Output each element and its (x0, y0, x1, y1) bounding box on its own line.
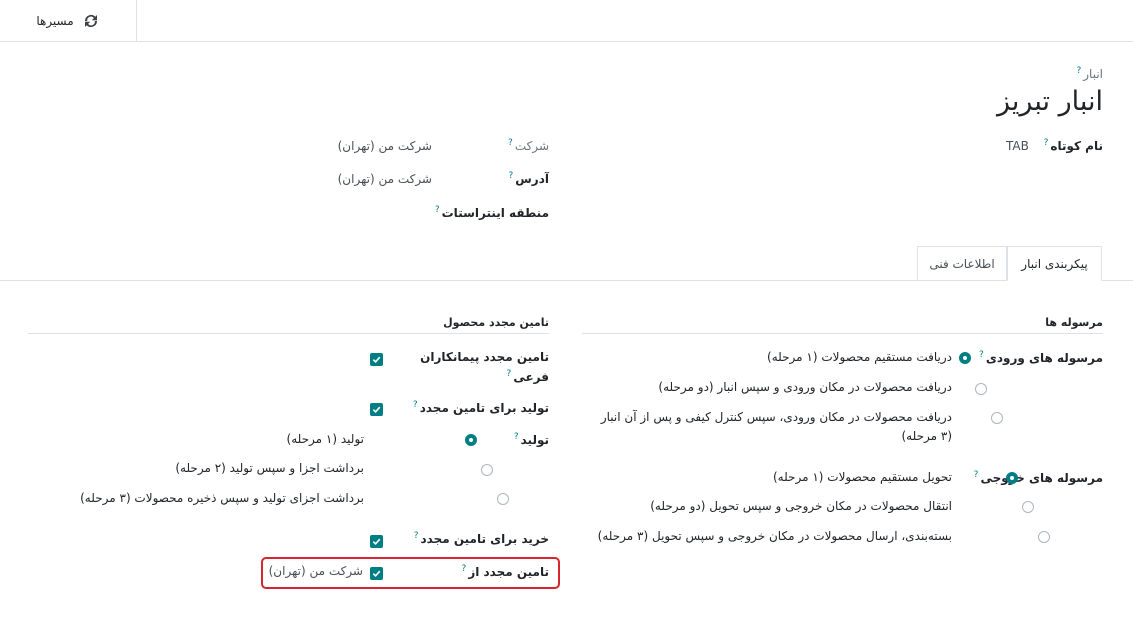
checkmark-icon (372, 570, 381, 578)
record-type-label: انبار (1083, 67, 1103, 81)
outgoing-option-1-label[interactable]: تحویل مستقیم محصولات (۱ مرحله) (773, 470, 952, 484)
tab-technical-info[interactable]: اطلاعات فنی (917, 246, 1007, 281)
help-icon[interactable]: ? (507, 369, 512, 379)
checkmark-icon (372, 356, 381, 364)
help-icon[interactable]: ? (462, 564, 467, 574)
incoming-option-3-label[interactable]: دریافت محصولات در مکان ورودی، سپس کنترل … (601, 410, 952, 424)
checkmark-icon (372, 538, 381, 546)
resupply-section-title: تامین مجدد محصول (443, 316, 549, 329)
outgoing-option-3-radio[interactable] (1038, 531, 1051, 543)
subcontractor-resupply-checkbox[interactable] (370, 353, 383, 366)
resupply-separator (28, 333, 549, 334)
manufacture-option-3-label[interactable]: برداشت اجزای تولید و سپس ذخیره محصولات (… (80, 491, 364, 505)
buy-resupply-checkbox[interactable] (370, 535, 383, 548)
incoming-shipments-label: مرسوله های ورودی? (979, 350, 1103, 365)
shipments-section-title: مرسوله ها (1045, 316, 1103, 329)
address-input[interactable]: شرکت من (تهران) (338, 172, 432, 186)
incoming-option-3-label-cont[interactable]: (۳ مرحله) (901, 429, 952, 443)
help-icon[interactable]: ? (413, 400, 418, 410)
control-panel (0, 0, 1133, 42)
refresh-icon (84, 14, 97, 27)
incoming-option-3-radio[interactable] (990, 412, 1003, 424)
outgoing-option-2-radio[interactable] (1022, 501, 1035, 513)
short-name-input[interactable]: TAB (1006, 139, 1029, 153)
help-icon[interactable]: ? (1076, 66, 1081, 76)
manufacture-resupply-checkbox[interactable] (370, 403, 383, 416)
record-type: انبار? (1074, 66, 1103, 81)
company-field-label: شرکت? (508, 138, 549, 153)
resupply-from-checkbox[interactable] (370, 567, 383, 580)
manufacture-option-1-label[interactable]: تولید (۱ مرحله) (287, 432, 364, 446)
subcontractor-resupply-label: تامین مجدد پیمانکاران (420, 350, 549, 364)
help-icon[interactable]: ? (1044, 138, 1049, 148)
manufacture-option-3-radio[interactable] (496, 493, 509, 505)
outgoing-shipments-label: مرسوله های خروجی? (973, 470, 1103, 485)
manufacture-label: تولید? (513, 432, 549, 447)
routes-button[interactable]: مسیرها (0, 0, 137, 41)
help-icon[interactable]: ? (508, 138, 513, 148)
manufacture-option-2-label[interactable]: برداشت اجزا و سپس تولید (۲ مرحله) (175, 461, 364, 475)
outgoing-option-2-label[interactable]: انتقال محصولات در مکان خروجی و سپس تحویل… (650, 499, 952, 513)
short-name-field-label: نام کوتاه? (1043, 138, 1103, 153)
manufacture-resupply-label: تولید برای تامین مجدد? (412, 400, 549, 415)
buy-resupply-label: خرید برای تامین مجدد? (413, 531, 549, 546)
incoming-option-2-radio[interactable] (974, 383, 987, 395)
address-field-label: آدرس? (508, 171, 549, 186)
help-icon[interactable]: ? (414, 531, 419, 541)
help-icon[interactable]: ? (514, 432, 519, 442)
incoming-option-1-label[interactable]: دریافت مستقیم محصولات (۱ مرحله) (767, 350, 952, 364)
shipments-separator (582, 333, 1103, 334)
help-icon[interactable]: ? (974, 470, 979, 480)
help-icon[interactable]: ? (979, 350, 984, 360)
help-icon[interactable]: ? (508, 171, 513, 181)
subcontractor-resupply-label-cont: فرعی? (506, 369, 549, 384)
checkmark-icon (372, 406, 381, 414)
manufacture-option-1-radio[interactable] (464, 434, 477, 446)
manufacture-option-2-radio[interactable] (480, 464, 493, 476)
resupply-from-label: تامین مجدد از? (461, 564, 549, 579)
help-icon[interactable]: ? (435, 205, 440, 215)
company-input[interactable]: شرکت من (تهران) (338, 139, 432, 153)
incoming-option-1-radio[interactable] (959, 352, 971, 364)
page-title[interactable]: انبار تبریز (997, 86, 1103, 117)
outgoing-option-3-label[interactable]: بسته‌بندی، ارسال محصولات در مکان خروجی و… (598, 529, 952, 543)
intrastat-field-label: منطقه اینتراستات? (434, 205, 549, 220)
routes-button-label: مسیرها (36, 13, 74, 28)
incoming-option-2-label[interactable]: دریافت محصولات در مکان ورودی و سپس انبار… (658, 380, 952, 394)
intrastat-input[interactable] (40, 200, 420, 222)
tab-warehouse-config[interactable]: پیکربندی انبار (1007, 246, 1102, 281)
resupply-from-warehouse-label[interactable]: شرکت من (تهران) (269, 564, 363, 578)
